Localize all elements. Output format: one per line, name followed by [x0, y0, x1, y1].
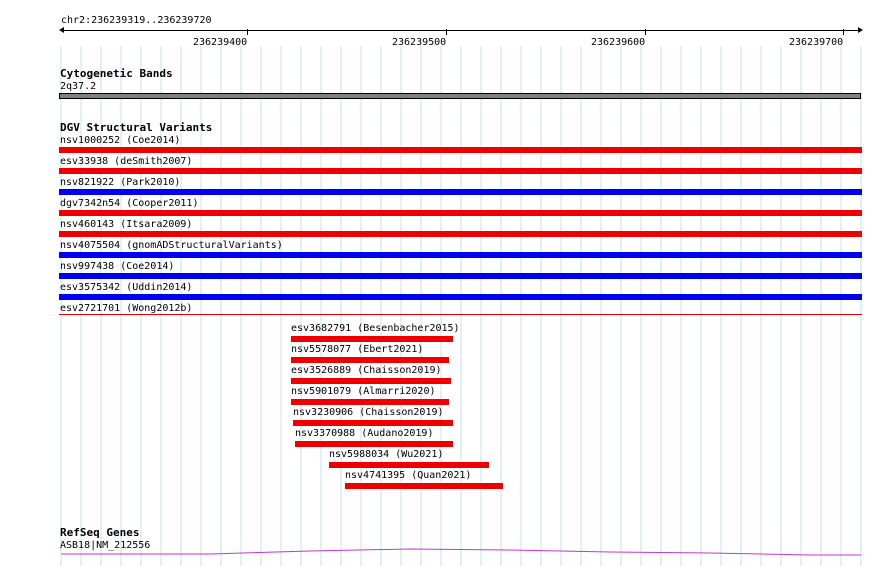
variant-label[interactable]: nsv3370988 (Audano2019) — [295, 428, 433, 439]
variant-bar[interactable] — [291, 399, 449, 405]
variant-bar[interactable] — [59, 273, 862, 279]
variant-bar[interactable] — [291, 357, 449, 363]
tick-label: 236239500 — [392, 37, 447, 48]
refseq-track-title[interactable]: RefSeq Genes — [60, 527, 139, 539]
tick-label: 236239700 — [789, 37, 844, 48]
tick-mark — [247, 29, 248, 35]
variant-label[interactable]: nsv997438 (Coe2014) — [60, 261, 174, 272]
variant-bar[interactable] — [291, 378, 451, 384]
variant-bar[interactable] — [329, 462, 489, 468]
gene-label[interactable]: ASB18|NM_212556 — [60, 540, 150, 551]
variant-label[interactable]: nsv4741395 (Quan2021) — [345, 470, 471, 481]
variant-label[interactable]: esv33938 (deSmith2007) — [60, 156, 192, 167]
ruler-right-arrow-icon[interactable] — [858, 27, 863, 33]
variant-bar[interactable] — [295, 441, 453, 447]
variant-bar[interactable] — [59, 314, 862, 315]
cyto-band[interactable] — [59, 93, 861, 99]
variant-bar[interactable] — [59, 210, 862, 216]
variant-label[interactable]: nsv821922 (Park2010) — [60, 177, 180, 188]
variant-label[interactable]: nsv5901079 (Almarri2020) — [291, 386, 436, 397]
variant-label[interactable]: esv3575342 (Uddin2014) — [60, 282, 192, 293]
tick-mark — [645, 29, 646, 35]
variant-label[interactable]: nsv3230906 (Chaisson2019) — [293, 407, 444, 418]
variant-bar[interactable] — [59, 168, 862, 174]
ruler-line — [61, 30, 861, 31]
variant-label[interactable]: nsv4075504 (gnomADStructuralVariants) — [60, 240, 283, 251]
variant-label[interactable]: nsv460143 (Itsara2009) — [60, 219, 192, 230]
variant-bar[interactable] — [59, 294, 862, 300]
cyto-track-title[interactable]: Cytogenetic Bands — [60, 68, 173, 80]
variant-bar[interactable] — [293, 420, 453, 426]
variant-label[interactable]: nsv1000252 (Coe2014) — [60, 135, 180, 146]
ruler-left-arrow-icon[interactable] — [59, 27, 64, 33]
variant-bar[interactable] — [291, 336, 453, 342]
variant-bar[interactable] — [59, 189, 862, 195]
variant-bar[interactable] — [59, 147, 862, 153]
variant-label[interactable]: esv2721701 (Wong2012b) — [60, 303, 192, 314]
variant-label[interactable]: esv3682791 (Besenbacher2015) — [291, 323, 460, 334]
tick-mark — [446, 29, 447, 35]
position-label: chr2:236239319..236239720 — [61, 15, 212, 26]
variant-label[interactable]: dgv7342n54 (Cooper2011) — [60, 198, 198, 209]
tick-mark — [843, 29, 844, 35]
variant-label[interactable]: esv3526889 (Chaisson2019) — [291, 365, 442, 376]
cyto-band-label: 2q37.2 — [60, 81, 97, 92]
tick-label: 236239400 — [193, 37, 248, 48]
variant-bar[interactable] — [59, 231, 862, 237]
variant-label[interactable]: nsv5988034 (Wu2021) — [329, 449, 443, 460]
dgv-track-title[interactable]: DGV Structural Variants — [60, 122, 212, 134]
variant-bar[interactable] — [345, 483, 503, 489]
variant-bar[interactable] — [59, 252, 862, 258]
variant-label[interactable]: nsv5578077 (Ebert2021) — [291, 344, 423, 355]
tick-label: 236239600 — [591, 37, 646, 48]
